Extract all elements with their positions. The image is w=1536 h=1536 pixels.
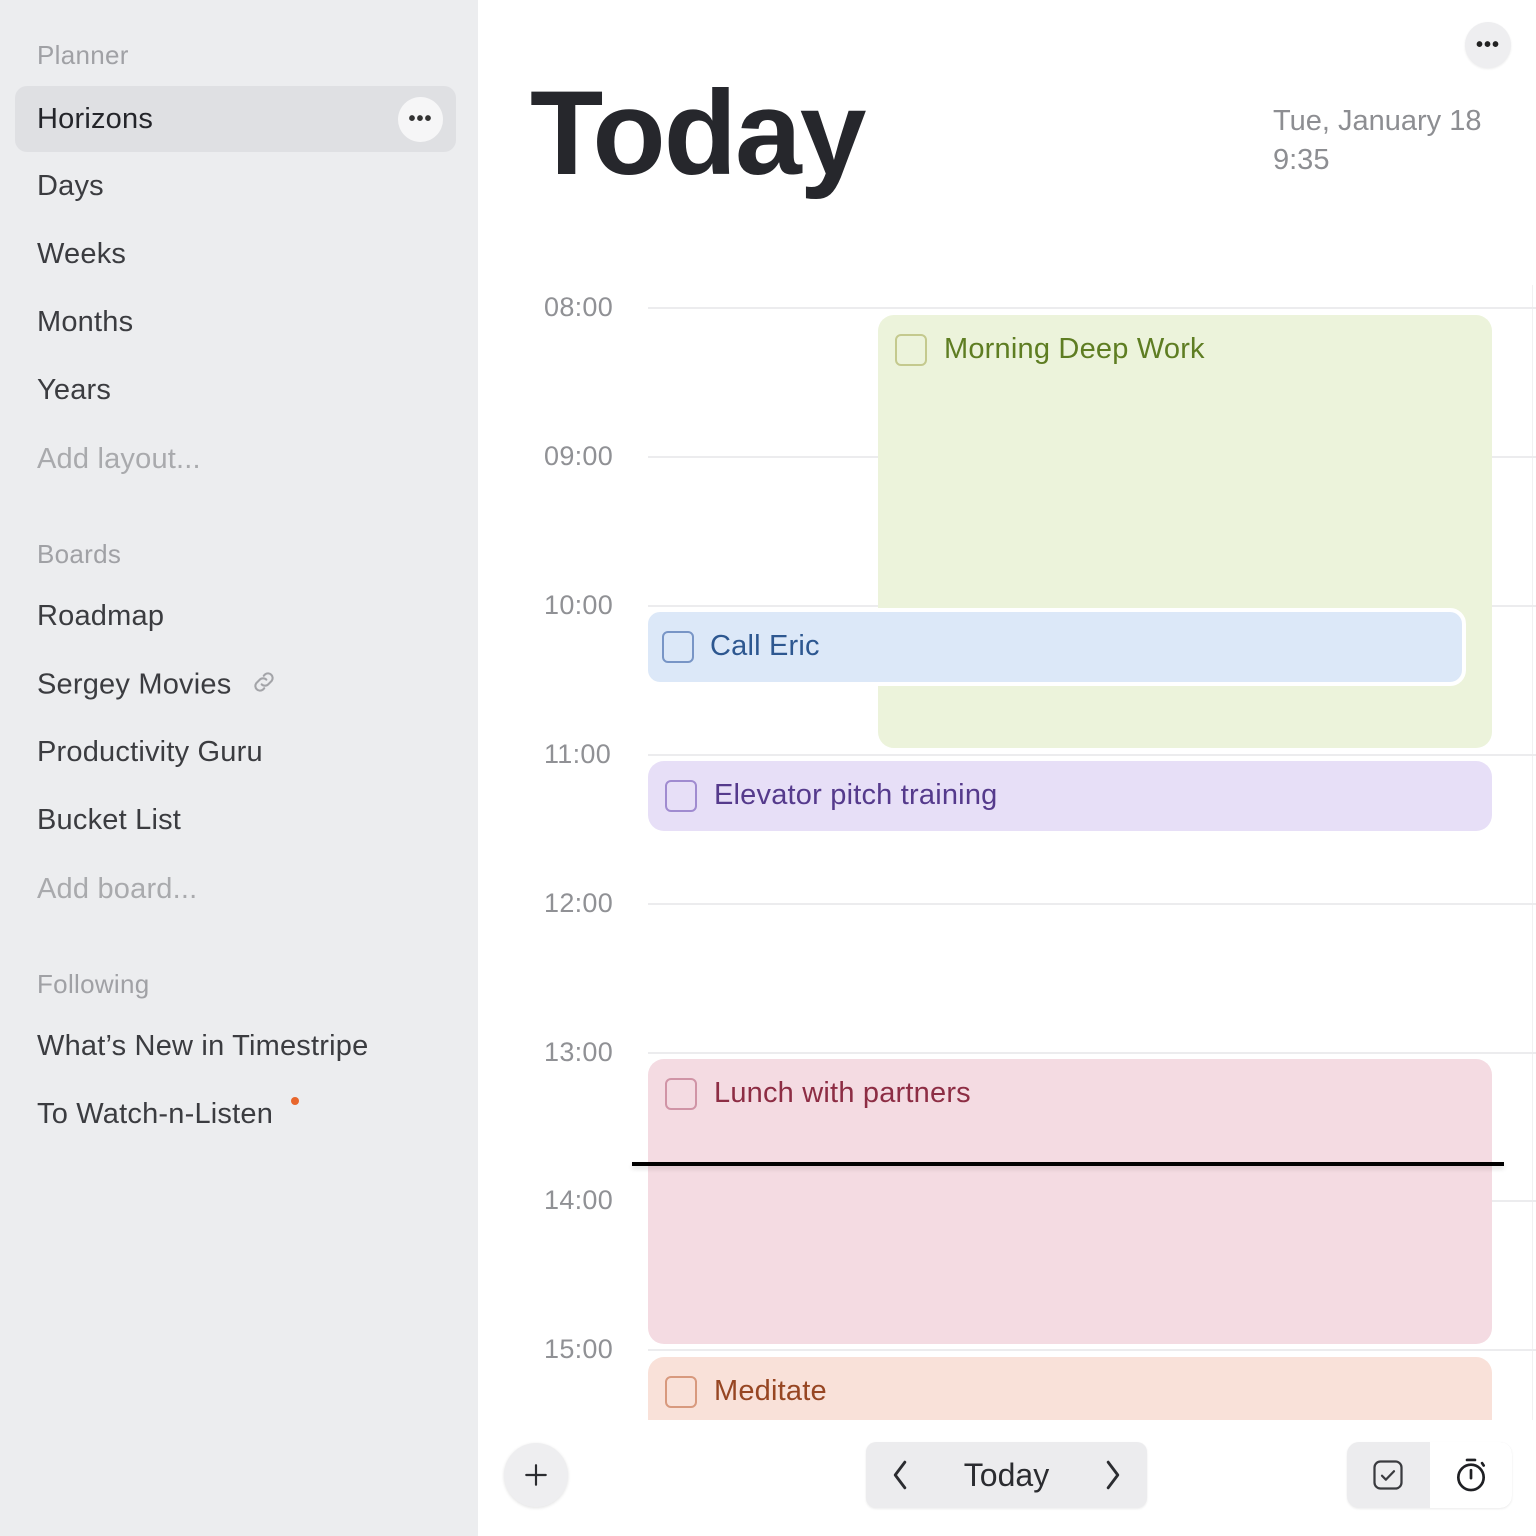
event-checkbox[interactable] [895, 334, 927, 366]
date-navigator: Today [866, 1442, 1147, 1508]
event-call-eric[interactable]: Call Eric [644, 608, 1466, 686]
sidebar-item-horizons[interactable]: Horizons ••• [15, 86, 456, 152]
hour-label: 11:00 [544, 739, 612, 769]
more-options-button[interactable]: ••• [1465, 22, 1511, 68]
sidebar-item-label: Horizons [37, 102, 154, 135]
sidebar-item-sergey-movies[interactable]: Sergey Movies [37, 668, 278, 704]
date-time-display: Tue, January 18 9:35 [1273, 102, 1482, 180]
event-checkbox[interactable] [665, 1376, 697, 1408]
hour-line [648, 1349, 1536, 1351]
chevron-right-icon [1106, 1460, 1120, 1490]
event-title: Lunch with partners [714, 1077, 971, 1109]
next-day-button[interactable] [1083, 1442, 1143, 1508]
current-time-indicator [632, 1162, 1504, 1166]
event-title: Call Eric [710, 630, 820, 662]
today-button[interactable]: Today [926, 1442, 1087, 1508]
sidebar-item-roadmap[interactable]: Roadmap [37, 600, 164, 633]
event-elevator-pitch-training[interactable]: Elevator pitch training [648, 761, 1492, 831]
event-lunch-with-partners[interactable]: Lunch with partners [648, 1059, 1492, 1344]
sidebar: Planner Horizons ••• Days Weeks Months Y… [0, 0, 478, 1536]
sidebar-item-whats-new[interactable]: What’s New in Timestripe [37, 1030, 368, 1063]
hour-label: 12:00 [544, 888, 614, 918]
timeline[interactable]: 08:00 09:00 10:00 11:00 12:00 13:00 14:0… [478, 0, 1536, 1420]
hour-label: 08:00 [544, 292, 614, 322]
tasks-mode-button[interactable] [1347, 1442, 1429, 1508]
timer-mode-button[interactable] [1430, 1442, 1512, 1508]
section-header-following: Following [37, 969, 150, 999]
link-icon [250, 668, 278, 704]
section-header-boards: Boards [37, 539, 122, 569]
hour-label: 14:00 [544, 1185, 614, 1215]
sidebar-item-bucket-list[interactable]: Bucket List [37, 804, 181, 837]
previous-day-button[interactable] [870, 1442, 930, 1508]
unread-dot-icon [291, 1097, 300, 1105]
add-layout-button[interactable]: Add layout... [37, 443, 201, 476]
chevron-left-icon [893, 1460, 907, 1490]
hour-label: 13:00 [544, 1037, 614, 1067]
event-checkbox[interactable] [662, 631, 694, 663]
stopwatch-icon [1456, 1458, 1486, 1492]
hour-line [648, 1052, 1536, 1054]
event-title: Meditate [714, 1375, 827, 1407]
hour-label: 10:00 [544, 590, 614, 620]
page-title: Today [530, 66, 866, 200]
sidebar-item-to-watch-n-listen[interactable]: To Watch-n-Listen [37, 1097, 300, 1131]
event-checkbox[interactable] [665, 780, 697, 812]
sidebar-item-weeks[interactable]: Weeks [37, 238, 126, 271]
current-time: 9:35 [1273, 144, 1330, 176]
section-header-planner: Planner [37, 40, 129, 70]
more-horizontal-icon[interactable]: ••• [398, 97, 443, 142]
add-button[interactable] [504, 1443, 568, 1507]
sidebar-item-label: To Watch-n-Listen [37, 1098, 274, 1130]
event-meditate[interactable]: Meditate [648, 1357, 1492, 1420]
sidebar-item-years[interactable]: Years [37, 374, 111, 407]
sidebar-item-days[interactable]: Days [37, 170, 104, 203]
current-date: Tue, January 18 [1273, 105, 1482, 137]
checkbox-icon [1373, 1460, 1403, 1490]
add-board-button[interactable]: Add board... [37, 873, 197, 906]
hour-label: 09:00 [544, 441, 614, 471]
hour-label: 15:00 [544, 1334, 614, 1364]
plus-icon [525, 1464, 547, 1486]
event-title: Elevator pitch training [714, 779, 998, 811]
hour-line [648, 903, 1536, 905]
event-title: Morning Deep Work [944, 333, 1205, 365]
hour-line [648, 754, 1536, 756]
sidebar-item-productivity-guru[interactable]: Productivity Guru [37, 736, 263, 769]
sidebar-item-label: Sergey Movies [37, 668, 232, 701]
hour-line [648, 307, 1536, 309]
main-panel: 08:00 09:00 10:00 11:00 12:00 13:00 14:0… [478, 0, 1536, 1536]
sidebar-item-months[interactable]: Months [37, 306, 133, 339]
view-mode-toggle [1347, 1442, 1512, 1508]
event-checkbox[interactable] [665, 1078, 697, 1110]
